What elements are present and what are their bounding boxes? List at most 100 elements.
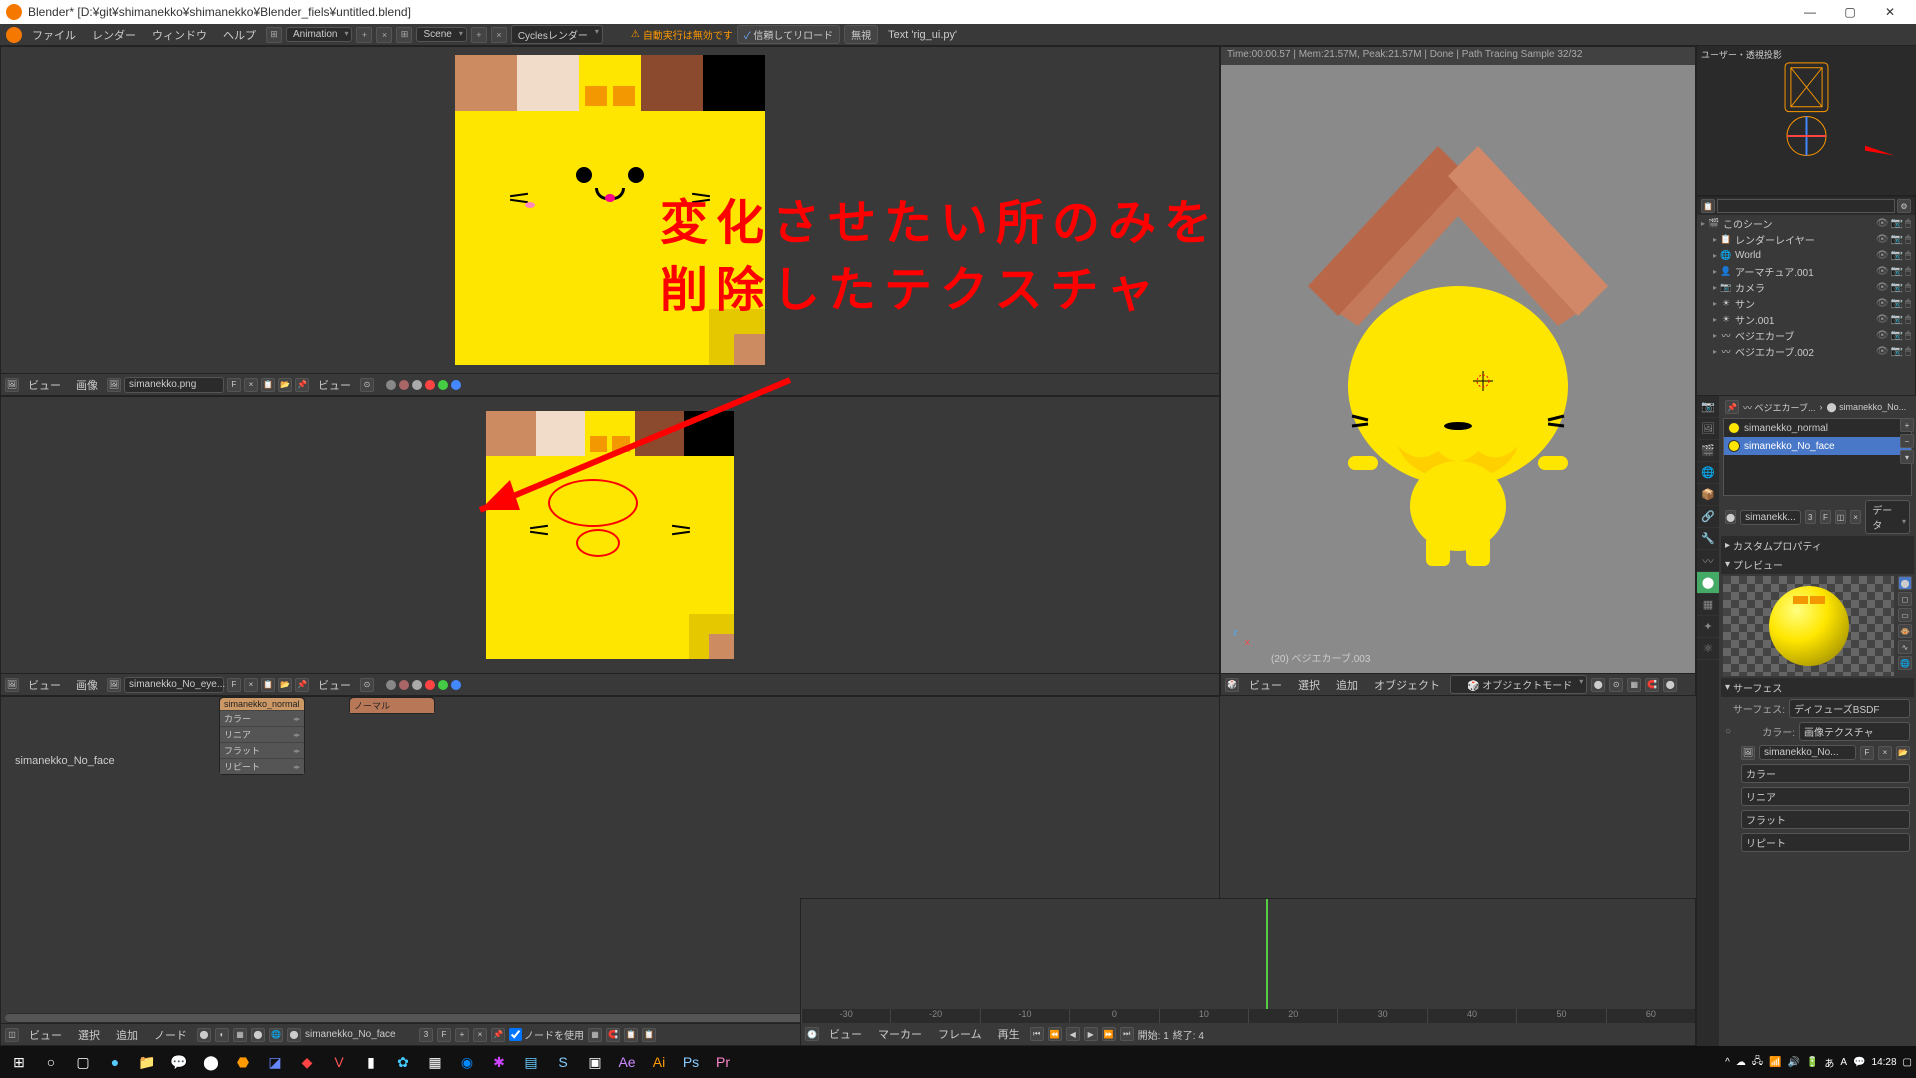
- node-view-menu[interactable]: ビュー: [23, 1027, 68, 1043]
- tab-scene[interactable]: 🎬: [1697, 440, 1719, 462]
- vp-object-menu[interactable]: オブジェクト: [1368, 677, 1446, 693]
- blue-channel-icon[interactable]: [451, 380, 461, 390]
- tl-view-menu[interactable]: ビュー: [823, 1026, 868, 1042]
- vp-view-menu[interactable]: ビュー: [1243, 677, 1288, 693]
- material-name-field[interactable]: simanekk...: [1740, 510, 1801, 525]
- tl-play-menu[interactable]: 再生: [992, 1026, 1026, 1042]
- trust-reload-button[interactable]: ✓ 信頼してリロード: [737, 25, 840, 44]
- mat-unlink[interactable]: ×: [1850, 510, 1861, 524]
- node-select-menu[interactable]: 選択: [72, 1027, 106, 1043]
- line-icon[interactable]: 💬: [164, 1048, 194, 1076]
- img-image-menu[interactable]: 画像: [70, 677, 104, 693]
- outliner-item[interactable]: ▸🌐World👁📷🖱: [1697, 247, 1915, 263]
- image-texture-field[interactable]: simanekko_No...: [1759, 745, 1856, 760]
- fake-user-button[interactable]: F: [227, 378, 241, 392]
- outliner-item[interactable]: ▸☀サン.001👁📷🖱: [1697, 311, 1915, 327]
- git-icon[interactable]: ◆: [292, 1048, 322, 1076]
- add-material-button[interactable]: +: [1900, 418, 1914, 432]
- node-node-menu[interactable]: ノード: [148, 1027, 193, 1043]
- preview-hair-icon[interactable]: ∿: [1898, 640, 1912, 654]
- material-list[interactable]: simanekko_normal simanekko_No_face: [1723, 418, 1912, 496]
- preview-cube-icon[interactable]: ◻: [1898, 592, 1912, 606]
- explorer-icon[interactable]: 📁: [132, 1048, 162, 1076]
- color-channel-icon[interactable]: [399, 380, 409, 390]
- outliner-search[interactable]: [1717, 199, 1895, 213]
- preview-plane-icon[interactable]: ▭: [1898, 608, 1912, 622]
- mini-viewport[interactable]: ユーザー・透視投影: [1696, 46, 1916, 196]
- tab-render[interactable]: 📷: [1697, 396, 1719, 418]
- img-view-menu[interactable]: ビュー: [22, 377, 67, 393]
- playhead[interactable]: [1266, 899, 1268, 1009]
- pin-icon[interactable]: 📌: [295, 678, 309, 692]
- material-slot-1[interactable]: simanekko_No_face: [1724, 437, 1911, 455]
- image-browse-icon[interactable]: 🖼: [107, 378, 121, 392]
- tab-data[interactable]: 〰: [1697, 550, 1719, 572]
- node-image-texture[interactable]: simanekko_normal カラー リニア フラット リピート: [219, 697, 305, 775]
- outliner-item[interactable]: ▸〰ベジエカーブ👁📷🖱: [1697, 327, 1915, 343]
- image-name-field[interactable]: simanekko_No_eye...: [124, 677, 224, 693]
- material-slot-0[interactable]: simanekko_normal: [1724, 419, 1911, 437]
- red-channel-icon[interactable]: [425, 380, 435, 390]
- snap-icon[interactable]: 🧲: [606, 1028, 620, 1042]
- tray-ime-icon[interactable]: あ: [1824, 1055, 1834, 1070]
- surface-shader-dropdown[interactable]: ディフューズBSDF: [1789, 699, 1910, 718]
- minimize-button[interactable]: —: [1790, 0, 1830, 24]
- tray-volume-icon[interactable]: 🔊: [1787, 1057, 1799, 1068]
- layers-icon[interactable]: ▦: [1627, 678, 1641, 692]
- mat-users[interactable]: 3: [1805, 510, 1816, 524]
- image-browse-icon[interactable]: 🖼: [107, 678, 121, 692]
- node-material-field[interactable]: simanekko_No_face: [305, 1029, 415, 1040]
- tray-up-icon[interactable]: ^: [1725, 1057, 1730, 1068]
- tray-notif-icon[interactable]: 💬: [1853, 1057, 1865, 1068]
- tab-world[interactable]: 🌐: [1697, 462, 1719, 484]
- jump-prev-icon[interactable]: ⏪: [1048, 1027, 1062, 1041]
- slack-icon[interactable]: ✱: [484, 1048, 514, 1076]
- menu-render[interactable]: レンダー: [86, 27, 142, 43]
- vp-select-menu[interactable]: 選択: [1292, 677, 1326, 693]
- snap-icon[interactable]: 🧲: [1645, 678, 1659, 692]
- system-tray[interactable]: ^ ☁ 🖧 📶 🔊 🔋 あ A 💬 14:28 ▢: [1725, 1054, 1912, 1071]
- krita-icon[interactable]: ✿: [388, 1048, 418, 1076]
- tl-marker-menu[interactable]: マーカー: [872, 1026, 928, 1042]
- comp-type-icon[interactable]: ◐: [215, 1028, 229, 1042]
- mat-browse-button[interactable]: ⬤: [1725, 510, 1736, 524]
- open-image-button[interactable]: 📂: [278, 678, 292, 692]
- add-scene-button[interactable]: +: [471, 27, 487, 43]
- layout-dropdown[interactable]: Animation: [286, 27, 352, 42]
- shading-icon[interactable]: ⬤: [1591, 678, 1605, 692]
- proportional-icon[interactable]: ⬤: [1663, 678, 1677, 692]
- red-channel-icon[interactable]: [425, 680, 435, 690]
- ps-icon[interactable]: Ps: [676, 1048, 706, 1076]
- use-nodes-checkbox[interactable]: [509, 1028, 522, 1041]
- timeline-ruler[interactable]: -30-20-100102030405060: [801, 1009, 1695, 1023]
- vivaldi-icon[interactable]: V: [324, 1048, 354, 1076]
- scene-icon[interactable]: ⊞: [396, 27, 412, 43]
- scene-dropdown[interactable]: Scene: [416, 27, 466, 42]
- start-button[interactable]: ⊞: [4, 1048, 34, 1076]
- editor-type-icon[interactable]: 🕐: [805, 1027, 819, 1041]
- blender-icon[interactable]: [6, 27, 22, 43]
- mat-fake-user[interactable]: F: [437, 1028, 451, 1042]
- mode-dropdown[interactable]: 🎲 オブジェクトモード: [1450, 675, 1587, 694]
- menu-help[interactable]: ヘルプ: [217, 27, 262, 43]
- outliner[interactable]: 📋 ⚙ ▸🎬このシーン👁📷🖱▸📋レンダーレイヤー👁📷🖱▸🌐World👁📷🖱▸👤ア…: [1696, 196, 1916, 396]
- tab-modifiers[interactable]: 🔧: [1697, 528, 1719, 550]
- outliner-filter-icon[interactable]: ⚙: [1897, 199, 1911, 213]
- vp-add-menu[interactable]: 追加: [1330, 677, 1364, 693]
- remove-layout-button[interactable]: ×: [376, 27, 392, 43]
- start-frame-field[interactable]: 開始: 1: [1138, 1027, 1169, 1042]
- chrome-icon[interactable]: ◉: [452, 1048, 482, 1076]
- ae-icon[interactable]: Ae: [612, 1048, 642, 1076]
- unlink-button[interactable]: ×: [244, 678, 258, 692]
- tab-physics[interactable]: ⚛: [1697, 638, 1719, 660]
- copy-icon[interactable]: 📋: [624, 1028, 638, 1042]
- tex-type-icon[interactable]: ▦: [233, 1028, 247, 1042]
- maximize-button[interactable]: ▢: [1830, 0, 1870, 24]
- extension-dropdown[interactable]: リピート: [1741, 833, 1910, 852]
- preview-world-icon[interactable]: 🌐: [1898, 656, 1912, 670]
- editor-type-icon[interactable]: ◫: [5, 1028, 19, 1042]
- pivot-icon[interactable]: ⊙: [360, 678, 374, 692]
- backdrop-icon[interactable]: ▦: [588, 1028, 602, 1042]
- mat-users-count[interactable]: 3: [419, 1028, 433, 1042]
- img-unlink[interactable]: ×: [1878, 746, 1892, 760]
